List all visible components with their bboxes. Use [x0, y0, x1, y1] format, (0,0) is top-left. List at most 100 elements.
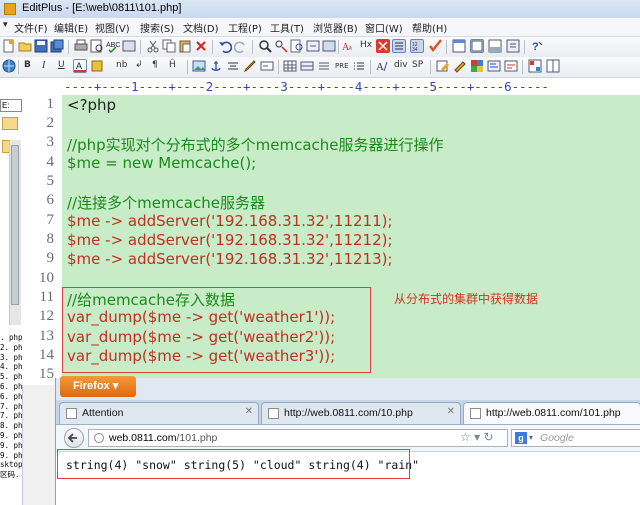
menu-edit[interactable]: 编辑(E) [54, 20, 88, 35]
save-all-icon[interactable] [50, 39, 64, 53]
redo-icon[interactable] [234, 39, 248, 53]
div-tag-button[interactable]: div [394, 60, 408, 70]
find-in-files-icon[interactable] [290, 39, 304, 53]
help-icon[interactable]: ? [530, 39, 544, 53]
font-size-icon[interactable]: Aᵃ [342, 39, 356, 53]
find-icon[interactable] [258, 39, 272, 53]
reload-icon[interactable]: ↻ [483, 430, 493, 444]
ftp-icon[interactable] [122, 39, 136, 53]
file-list-item[interactable]: 9. ph [0, 441, 22, 451]
color-palette-icon[interactable] [470, 59, 484, 73]
word-wrap-icon[interactable] [376, 39, 390, 53]
center-align-icon[interactable] [226, 59, 240, 73]
table-icon[interactable] [283, 59, 297, 73]
file-list-item[interactable]: 8. ph [0, 421, 22, 431]
edit-tag-icon[interactable] [436, 59, 450, 73]
code-line[interactable]: $me -> addServer('192.168.31.32',11213); [67, 250, 393, 268]
code-line[interactable]: $me -> addServer('192.168.31.32',11212); [67, 231, 393, 249]
file-list-item[interactable]: 9. ph [0, 431, 22, 441]
browser-preview-icon[interactable] [2, 59, 16, 73]
search-engine-dropdown-icon[interactable]: ▾ [529, 433, 533, 442]
file-list-item[interactable]: 7. ph [0, 411, 22, 421]
firefox-menu-button[interactable]: Firefox ▾ [60, 376, 136, 397]
comment-icon[interactable] [504, 59, 518, 73]
checkmark-icon[interactable] [428, 39, 442, 53]
preformatted-button[interactable]: PRE [335, 62, 349, 70]
file-list-item[interactable]: 7. ph [0, 402, 22, 412]
file-list-item[interactable]: 4. php [0, 362, 22, 372]
pencil-icon[interactable] [243, 59, 257, 73]
line-break-button[interactable]: ↲ [135, 60, 143, 70]
code-line[interactable]: //php实现对个分布式的多个memcache服务器进行操作 [67, 134, 444, 155]
file-list-item[interactable]: 2. php [0, 343, 22, 353]
search-marked-icon[interactable] [322, 39, 336, 53]
menu-view[interactable]: 视图(V) [95, 20, 130, 35]
menu-window[interactable]: 窗口(W) [365, 20, 403, 35]
menu-search[interactable]: 搜索(S) [140, 20, 174, 35]
file-list-item[interactable]: . php [0, 333, 22, 343]
html-toolbar-icon[interactable] [528, 59, 542, 73]
print-icon[interactable] [74, 39, 88, 53]
undo-icon[interactable] [218, 39, 232, 53]
output-window-icon[interactable] [470, 39, 484, 53]
cliptext-icon[interactable] [488, 39, 502, 53]
menu-project[interactable]: 工程(P) [228, 20, 262, 35]
code-line[interactable]: <?php [67, 96, 116, 114]
bold-button[interactable]: B [24, 60, 31, 70]
copy-icon[interactable] [162, 39, 176, 53]
spellcheck-icon[interactable]: ABC [106, 39, 120, 53]
script-icon[interactable] [487, 59, 501, 73]
menu-file[interactable]: 文件(F) [14, 20, 48, 35]
paragraph-button[interactable]: ¶ [152, 60, 158, 70]
list-icon[interactable] [352, 59, 366, 73]
url-bar[interactable]: web.0811.com/101.php [88, 429, 508, 447]
directory-icon[interactable] [506, 39, 520, 53]
font-color-icon[interactable]: A [73, 59, 87, 73]
file-list-item[interactable]: 9. ph [0, 451, 22, 461]
file-list-item[interactable]: 5. php [0, 372, 22, 382]
code-line[interactable]: $me = new Memcache(); [67, 154, 256, 172]
css-icon[interactable] [453, 59, 467, 73]
text-block-icon[interactable] [317, 59, 331, 73]
highlight-color-icon[interactable] [90, 59, 104, 73]
table-row-icon[interactable] [300, 59, 314, 73]
window-split-icon[interactable] [546, 59, 560, 73]
tab-10-php[interactable]: http://web.0811.com/10.php ✕ [261, 402, 461, 424]
menu-browser[interactable]: 浏览器(B) [313, 20, 358, 35]
span-tag-button[interactable]: SP [412, 60, 423, 70]
save-icon[interactable] [34, 39, 48, 53]
google-icon[interactable]: g [515, 432, 527, 444]
menu-help[interactable]: 帮助(H) [412, 20, 447, 35]
code-line[interactable]: //连接多个memcache服务器 [67, 192, 265, 213]
paste-icon[interactable] [178, 39, 192, 53]
cut-icon[interactable] [146, 39, 160, 53]
file-list-item[interactable]: 6. ph [0, 382, 22, 392]
open-folder-icon[interactable] [18, 39, 32, 53]
drive-selector[interactable]: E: [0, 99, 22, 112]
hex-view-button[interactable]: Hx [360, 40, 372, 50]
menu-document[interactable]: 文档(D) [183, 20, 219, 35]
file-list-item[interactable]: 3. php [0, 353, 22, 363]
search-box[interactable]: g ▾ Google [511, 429, 640, 447]
ruler-toggle-icon[interactable] [392, 39, 406, 53]
format-icon[interactable]: A [375, 59, 389, 73]
back-button[interactable] [64, 428, 84, 448]
window-tile-icon[interactable] [452, 39, 466, 53]
image-icon[interactable] [192, 59, 206, 73]
code-line[interactable]: $me -> addServer('192.168.31.32',11211); [67, 212, 393, 230]
print-preview-icon[interactable] [90, 39, 104, 53]
directory-scrollbar[interactable] [9, 140, 21, 325]
line-numbers-icon[interactable]: 12 34 [410, 39, 424, 53]
form-icon[interactable] [260, 59, 274, 73]
file-list-item[interactable]: sktop [0, 460, 22, 470]
delete-icon[interactable] [194, 39, 208, 53]
scrollbar-thumb[interactable] [11, 145, 19, 305]
nbsp-button[interactable]: nb [116, 60, 127, 70]
folder-icon[interactable] [2, 117, 18, 130]
close-tab-icon[interactable]: ✕ [245, 406, 253, 417]
file-list-item[interactable]: 区码. z [0, 470, 22, 480]
close-tab-icon[interactable]: ✕ [447, 406, 455, 417]
bookmark-star-icon[interactable]: ☆ [460, 430, 471, 444]
anchor-icon[interactable] [209, 59, 223, 73]
new-file-icon[interactable] [2, 39, 16, 53]
